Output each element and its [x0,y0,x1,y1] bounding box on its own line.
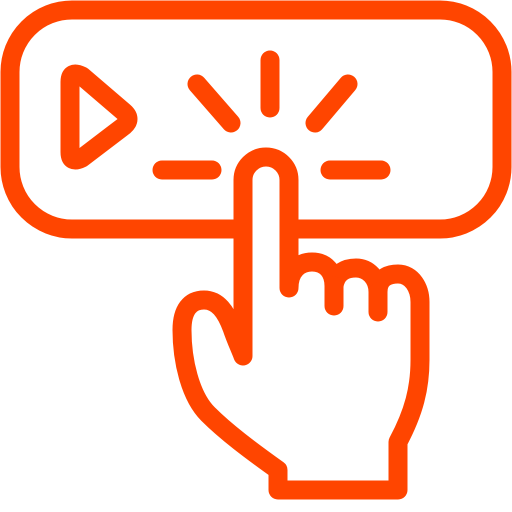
pointing-hand-icon [172,147,430,500]
ray-upper-right [305,74,358,133]
play-triangle-icon [60,64,138,170]
play-bar-outline [0,0,512,239]
tap-to-play-icon [0,0,512,500]
icon-canvas [0,0,512,512]
hand-outline [172,147,430,500]
ray-upper-left [187,74,241,133]
